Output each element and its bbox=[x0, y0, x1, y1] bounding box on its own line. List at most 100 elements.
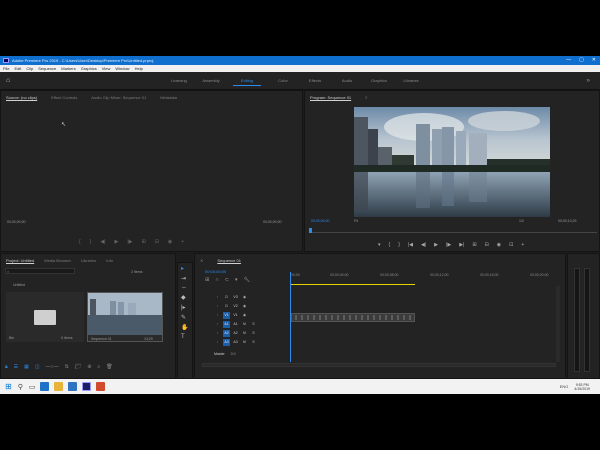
track-name-a1[interactable]: A1 bbox=[232, 321, 239, 328]
hand-tool-icon[interactable]: ✋ bbox=[181, 324, 188, 331]
nest-toggle-icon[interactable]: ⊞ bbox=[205, 277, 209, 283]
new-item-icon[interactable]: ⊕ bbox=[87, 364, 91, 370]
track-solo-icon[interactable]: S bbox=[250, 330, 257, 337]
track-target-icon[interactable]: ▫ bbox=[214, 339, 221, 346]
file-explorer-icon[interactable] bbox=[54, 382, 64, 391]
clear-icon[interactable]: 🗑︎ bbox=[106, 364, 112, 370]
track-target-icon[interactable]: ▫ bbox=[214, 330, 221, 337]
track-target-icon[interactable]: ▫ bbox=[214, 321, 221, 328]
sort-icon[interactable]: ⇅ bbox=[65, 364, 69, 370]
workspace-color[interactable]: Color bbox=[267, 72, 299, 90]
track-name-v3[interactable]: V3 bbox=[232, 294, 239, 301]
timeline-settings-icon[interactable]: 🔧︎ bbox=[244, 277, 250, 283]
workspace-overflow-button[interactable]: » bbox=[587, 72, 590, 90]
track-name-v2[interactable]: V2 bbox=[232, 303, 239, 310]
menu-window[interactable]: Window bbox=[115, 65, 129, 72]
comparison-view-icon[interactable]: ⊡ bbox=[509, 242, 513, 248]
menu-edit[interactable]: Edit bbox=[14, 65, 21, 72]
track-mute-icon[interactable]: M bbox=[241, 339, 248, 346]
workspace-assembly[interactable]: Assembly bbox=[195, 72, 227, 90]
program-resolution-dropdown[interactable]: 1/2 bbox=[519, 219, 524, 223]
export-frame-icon[interactable]: ◉ bbox=[497, 242, 501, 248]
step-forward-icon[interactable]: |▶ bbox=[446, 242, 451, 248]
track-mute-icon[interactable]: M bbox=[241, 321, 248, 328]
program-fit-dropdown[interactable]: Fit bbox=[354, 219, 358, 223]
go-to-in-icon[interactable]: |◀ bbox=[408, 242, 413, 248]
workspace-effects[interactable]: Effects bbox=[299, 72, 331, 90]
menu-file[interactable]: File bbox=[3, 65, 9, 72]
timeline-horizontal-scrollbar[interactable] bbox=[202, 363, 556, 367]
mark-out-icon[interactable]: } bbox=[398, 242, 400, 248]
track-source-patch-a3[interactable]: A3 bbox=[223, 339, 230, 346]
source-step-back-icon[interactable]: ◀| bbox=[100, 239, 105, 245]
menu-view[interactable]: View bbox=[102, 65, 111, 72]
workspace-graphics[interactable]: Graphics bbox=[363, 72, 395, 90]
source-play-icon[interactable]: ▶ bbox=[115, 239, 119, 245]
timeline-timecode[interactable]: 00;00;00;00 bbox=[205, 269, 226, 274]
menu-clip[interactable]: Clip bbox=[26, 65, 33, 72]
store-icon[interactable] bbox=[68, 382, 78, 391]
step-back-icon[interactable]: ◀| bbox=[421, 242, 426, 248]
maximize-button[interactable]: ▢ bbox=[579, 56, 584, 65]
source-add-button[interactable]: + bbox=[181, 239, 184, 245]
program-playhead[interactable] bbox=[309, 228, 312, 233]
new-bin-icon[interactable]: 📁︎ bbox=[75, 364, 81, 370]
lift-icon[interactable]: ⊞ bbox=[472, 242, 476, 248]
work-area-bar[interactable] bbox=[291, 284, 415, 285]
linked-selection-icon[interactable]: ⊂ bbox=[225, 277, 229, 283]
workspace-libraries[interactable]: Libraries bbox=[395, 72, 427, 90]
track-name-a3[interactable]: A3 bbox=[232, 339, 239, 346]
source-export-frame-icon[interactable]: ◉ bbox=[168, 239, 172, 245]
source-mark-in-icon[interactable]: { bbox=[79, 239, 81, 245]
track-name-v1[interactable]: V1 bbox=[232, 312, 239, 319]
list-view-icon[interactable]: ☰ bbox=[14, 364, 18, 370]
track-eye-icon[interactable]: ◉ bbox=[241, 312, 248, 319]
track-source-patch-a2[interactable]: A2 bbox=[223, 330, 230, 337]
track-target-icon[interactable]: ▫ bbox=[214, 312, 221, 319]
project-search-input[interactable]: ⌕ bbox=[5, 268, 75, 274]
close-button[interactable]: ✕ bbox=[592, 56, 596, 65]
track-mute-icon[interactable]: M bbox=[241, 330, 248, 337]
program-monitor-title[interactable]: Program: Sequence 01 bbox=[310, 95, 351, 100]
track-source-patch-v1[interactable]: V1 bbox=[223, 312, 230, 319]
tab-audio-clip-mixer[interactable]: Audio Clip Mixer: Sequence 01 bbox=[91, 95, 146, 100]
extract-icon[interactable]: ⊟ bbox=[485, 242, 489, 248]
freeform-view-icon[interactable]: ◫ bbox=[35, 364, 40, 370]
track-target-icon[interactable]: ▫ bbox=[214, 303, 221, 310]
task-view-icon[interactable]: ▭ bbox=[29, 383, 36, 391]
find-icon[interactable]: ⌕ bbox=[97, 364, 100, 370]
tab-effect-controls[interactable]: Effect Controls bbox=[51, 95, 77, 100]
tab-project[interactable]: Project: Untitled bbox=[6, 258, 34, 263]
workspace-learning[interactable]: Learning bbox=[163, 72, 195, 90]
track-eye-icon[interactable]: ◉ bbox=[241, 303, 248, 310]
track-solo-icon[interactable]: S bbox=[250, 339, 257, 346]
timeline-clip-v1[interactable] bbox=[291, 313, 415, 322]
search-icon[interactable]: ⚲ bbox=[18, 383, 23, 391]
source-overwrite-icon[interactable]: ⊟ bbox=[155, 239, 159, 245]
program-timecode[interactable]: 00;00;00;00 bbox=[311, 219, 330, 223]
ripple-edit-tool-icon[interactable]: ⇔ bbox=[181, 285, 188, 291]
menu-graphics[interactable]: Graphics bbox=[81, 65, 97, 72]
type-tool-icon[interactable]: T bbox=[181, 334, 188, 340]
track-lock-icon[interactable]: ⊡ bbox=[223, 294, 230, 301]
button-editor-icon[interactable]: + bbox=[521, 242, 524, 248]
pen-tool-icon[interactable]: ✎ bbox=[181, 314, 188, 321]
track-lock-icon[interactable]: ⊡ bbox=[223, 303, 230, 310]
timeline-close-icon[interactable]: ✕ bbox=[200, 258, 203, 263]
tab-libraries[interactable]: Libraries bbox=[81, 258, 96, 263]
zoom-slider[interactable]: —○— bbox=[46, 364, 59, 370]
minimize-button[interactable]: — bbox=[566, 56, 571, 65]
tab-source[interactable]: Source: (no clips) bbox=[6, 95, 37, 100]
razor-tool-icon[interactable]: ◆ bbox=[181, 294, 188, 301]
menu-markers[interactable]: Markers bbox=[61, 65, 75, 72]
premiere-taskbar-icon[interactable] bbox=[82, 382, 92, 391]
source-insert-icon[interactable]: ⊞ bbox=[142, 239, 146, 245]
slip-tool-icon[interactable]: |▸ bbox=[181, 304, 188, 311]
add-marker-timeline-icon[interactable]: ▾ bbox=[235, 277, 238, 283]
source-mark-out-icon[interactable]: } bbox=[90, 239, 92, 245]
master-track-value[interactable]: 0.0 bbox=[231, 352, 236, 356]
tab-media-browser[interactable]: Media Browser bbox=[44, 258, 71, 263]
icon-view-icon[interactable]: ▦ bbox=[24, 364, 29, 370]
timeline-sequence-tab[interactable]: Sequence 01 bbox=[217, 258, 241, 263]
project-sequence-thumbnail[interactable]: Sequence 01 13;29 bbox=[87, 292, 163, 342]
